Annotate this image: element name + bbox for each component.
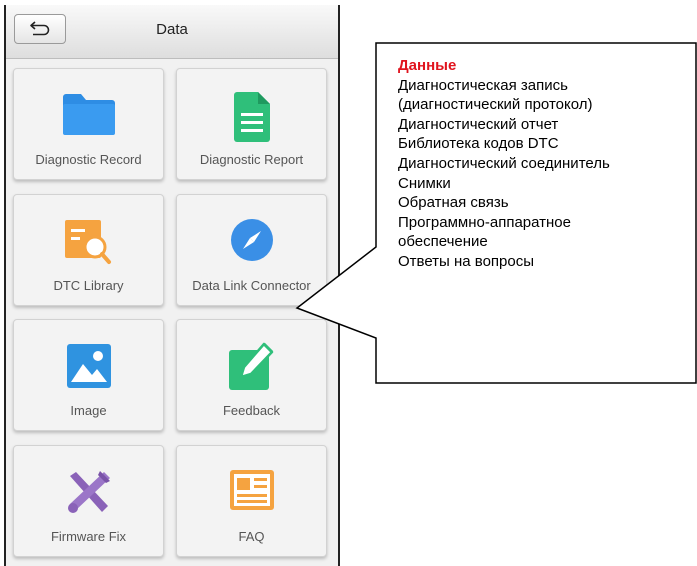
callout-text: Данные Диагностическая запись (диагности… — [398, 56, 688, 272]
callout-line: Библиотека кодов DTC — [398, 135, 559, 153]
callout-line: Программно-аппаратное — [398, 213, 571, 231]
callout-line: обеспечение — [398, 233, 488, 251]
callout-line: Диагностический соединитель — [398, 154, 610, 172]
callout-line: Диагностический отчет — [398, 115, 559, 133]
callout-line: Снимки — [398, 174, 451, 192]
callout-heading: Данные — [398, 57, 457, 74]
callout-line: Обратная связь — [398, 194, 509, 212]
callout-line: (диагностический протокол) — [398, 96, 593, 114]
callout-line: Ответы на вопросы — [398, 252, 535, 270]
callout-line: Диагностическая запись — [398, 76, 568, 94]
